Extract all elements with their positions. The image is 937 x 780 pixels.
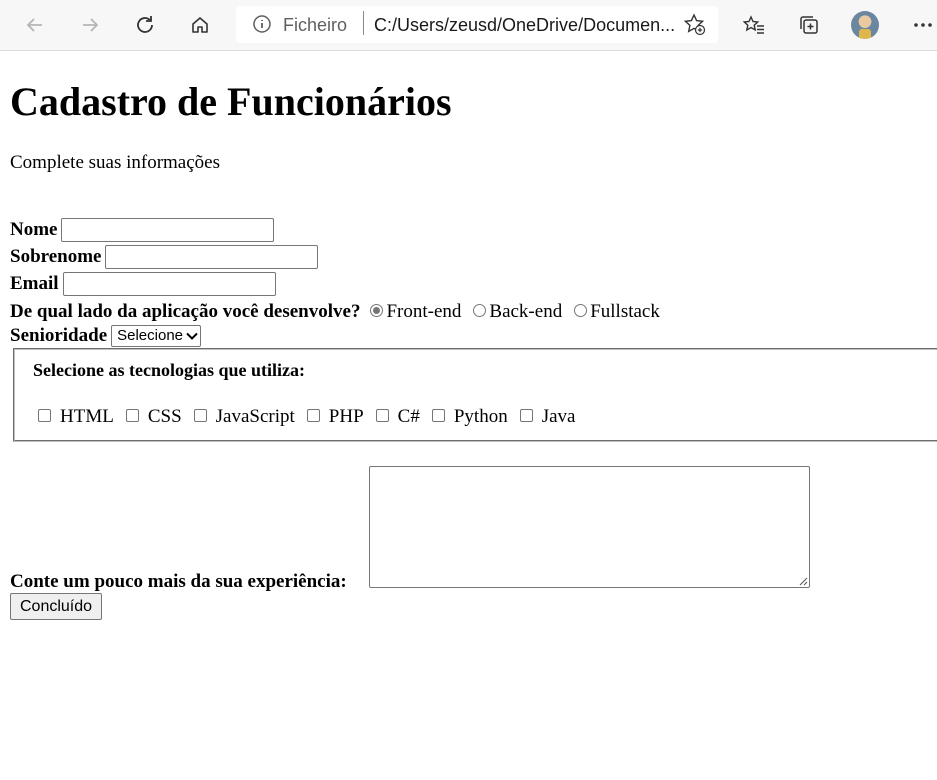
resize-grip-icon[interactable] bbox=[798, 576, 808, 586]
checkbox-javascript[interactable] bbox=[193, 408, 207, 422]
more-icon bbox=[914, 23, 932, 27]
forward-button[interactable] bbox=[74, 9, 106, 41]
home-icon bbox=[192, 17, 208, 33]
senioridade-selected: Selecione bbox=[117, 327, 184, 344]
experience-label: Conte um pouco mais da sua experiência: bbox=[10, 571, 347, 592]
chevron-down-icon bbox=[186, 332, 198, 340]
checkbox-python-label[interactable]: Python bbox=[454, 406, 508, 428]
email-row: Email bbox=[10, 272, 276, 296]
side-question: De qual lado da aplicação você desenvolv… bbox=[10, 301, 361, 322]
email-input[interactable] bbox=[62, 272, 276, 296]
checkbox-csharp-label[interactable]: C# bbox=[398, 406, 420, 428]
nome-row: Nome bbox=[10, 218, 275, 242]
more-button[interactable] bbox=[907, 9, 937, 41]
checkbox-css-label[interactable]: CSS bbox=[148, 406, 182, 428]
sobrenome-label: Sobrenome bbox=[10, 246, 102, 267]
back-icon bbox=[26, 18, 42, 32]
checkbox-java[interactable] bbox=[519, 408, 533, 422]
email-label: Email bbox=[10, 273, 59, 294]
refresh-icon bbox=[137, 16, 153, 33]
collections-button[interactable] bbox=[793, 9, 825, 41]
page-title: Cadastro de Funcionários bbox=[10, 79, 452, 124]
checkbox-javascript-label[interactable]: JavaScript bbox=[216, 406, 295, 428]
radio-fullstack[interactable] bbox=[574, 303, 588, 317]
address-separator bbox=[363, 11, 364, 35]
refresh-button[interactable] bbox=[129, 9, 161, 41]
sobrenome-input[interactable] bbox=[105, 245, 319, 269]
add-favorite-icon[interactable] bbox=[682, 12, 706, 36]
nome-label: Nome bbox=[10, 219, 58, 240]
profile-avatar[interactable] bbox=[851, 11, 879, 39]
home-button[interactable] bbox=[184, 9, 216, 41]
checkbox-python[interactable] bbox=[431, 408, 445, 422]
back-button[interactable] bbox=[19, 9, 51, 41]
checkbox-csharp[interactable] bbox=[375, 408, 389, 422]
forward-icon bbox=[83, 18, 99, 32]
radio-front-end-label[interactable]: Front-end bbox=[386, 301, 461, 323]
nome-input[interactable] bbox=[61, 218, 275, 242]
senioridade-select[interactable]: Selecione bbox=[111, 325, 202, 347]
radio-back-end-label[interactable]: Back-end bbox=[489, 301, 562, 323]
url-text[interactable]: C:/Users/zeusd/OneDrive/Documen... bbox=[374, 15, 675, 36]
page-subtitle: Complete suas informações bbox=[10, 152, 221, 173]
checkbox-java-label[interactable]: Java bbox=[542, 406, 576, 428]
favorites-button[interactable] bbox=[738, 9, 770, 41]
side-row: De qual lado da aplicação você desenvolv… bbox=[10, 301, 660, 323]
site-info-label[interactable]: Ficheiro bbox=[283, 15, 347, 36]
sobrenome-row: Sobrenome bbox=[10, 245, 319, 269]
checkbox-php[interactable] bbox=[306, 408, 320, 422]
radio-fullstack-label[interactable]: Fullstack bbox=[590, 301, 660, 323]
tech-legend: Selecione as tecnologias que utiliza: bbox=[33, 360, 305, 380]
checkbox-css[interactable] bbox=[125, 408, 139, 422]
checkbox-php-label[interactable]: PHP bbox=[329, 406, 364, 428]
browser-toolbar: Ficheiro C:/Users/zeusd/OneDrive/Documen… bbox=[0, 0, 937, 51]
address-bar[interactable]: Ficheiro C:/Users/zeusd/OneDrive/Documen… bbox=[236, 6, 718, 43]
checkbox-html-label[interactable]: HTML bbox=[60, 406, 114, 428]
favorites-icon bbox=[743, 15, 764, 34]
senioridade-label: Senioridade bbox=[10, 325, 108, 346]
tech-checkbox-group: HTML CSS JavaScript PHP C# Python Java bbox=[35, 406, 584, 428]
radio-front-end[interactable] bbox=[370, 303, 384, 317]
tech-fieldset: Selecione as tecnologias que utiliza: HT… bbox=[13, 348, 937, 442]
radio-back-end[interactable] bbox=[473, 303, 487, 317]
checkbox-html[interactable] bbox=[38, 408, 51, 422]
collections-icon bbox=[800, 16, 818, 34]
experience-textarea[interactable] bbox=[369, 466, 810, 588]
info-icon[interactable] bbox=[252, 14, 272, 34]
submit-button[interactable]: Concluído bbox=[10, 593, 103, 620]
senioridade-row: Senioridade Selecione bbox=[10, 325, 202, 347]
